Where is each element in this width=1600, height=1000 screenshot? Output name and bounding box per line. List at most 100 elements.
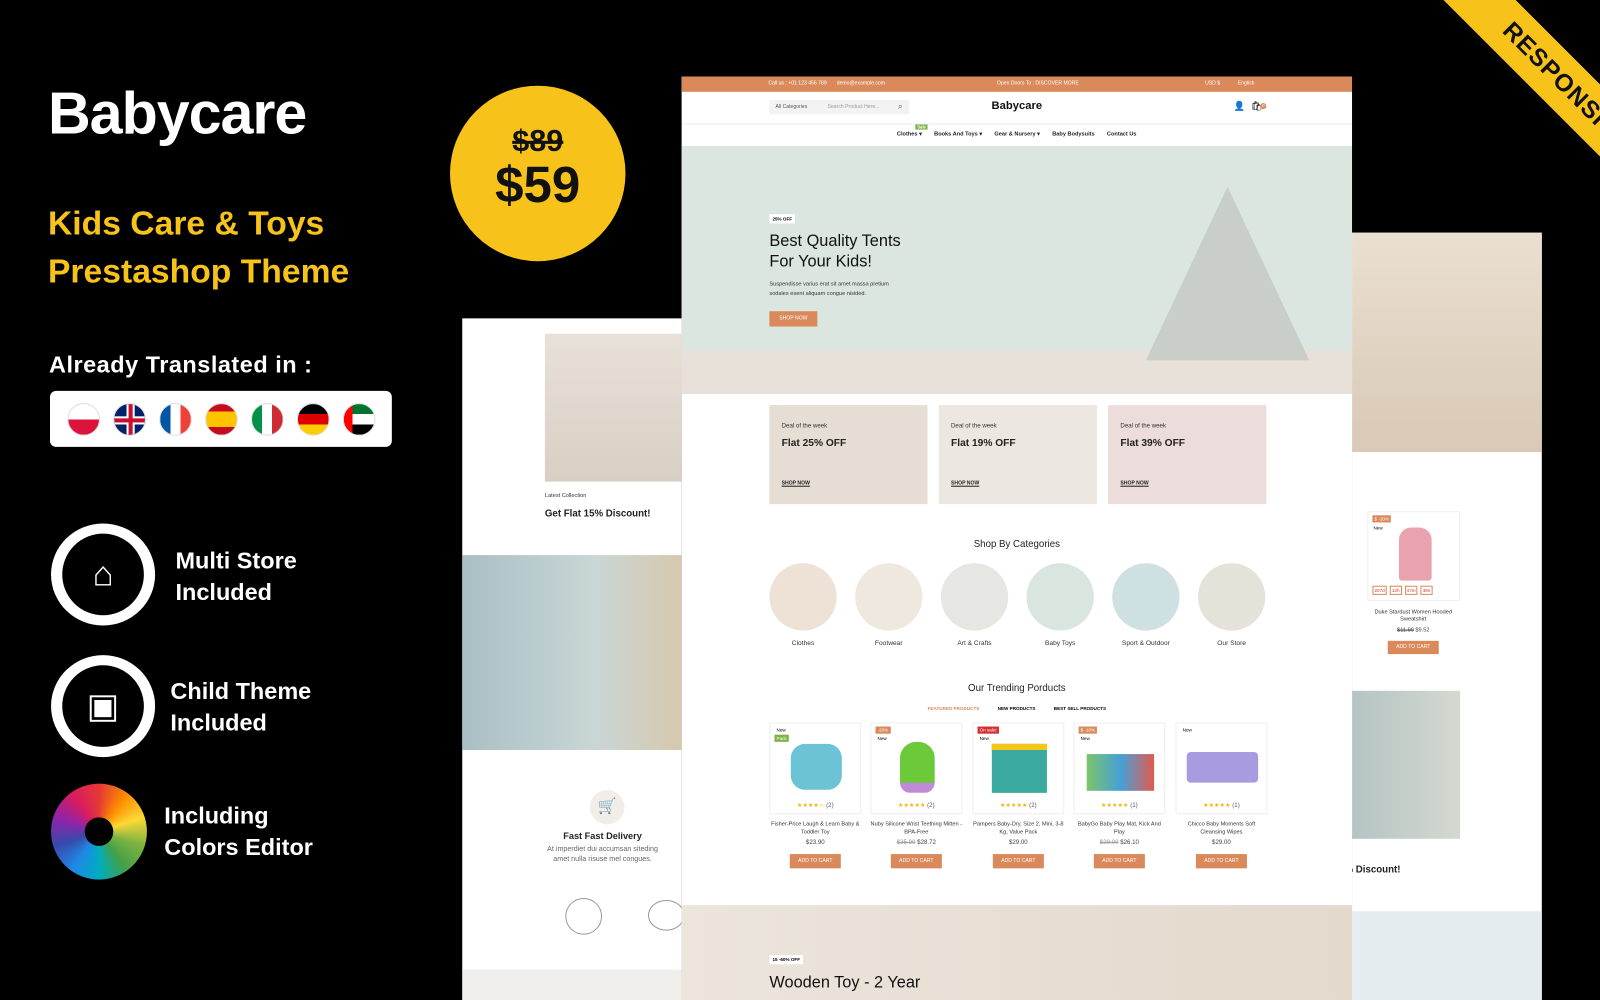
product-price: $29.00 xyxy=(972,840,1064,846)
category-label: Footwear xyxy=(874,639,903,647)
feature-colors-editor: Including Colors Editor xyxy=(164,800,313,863)
product-card[interactable]: New Pack ★★★★☆ (2) Fisher-Price Laugh & Le… xyxy=(769,722,862,869)
left-mockup: Latest Collection Get Flat 15% Discount!… xyxy=(462,318,682,1000)
sale-tag: On sale! xyxy=(977,726,999,734)
brand-logo xyxy=(565,897,603,935)
add-to-cart-button[interactable]: ADD TO CART xyxy=(1195,854,1247,869)
nav-baby-bodysuits[interactable]: Baby Bodysuits xyxy=(1052,132,1094,138)
add-to-cart-button[interactable]: ADD TO CART xyxy=(1387,640,1439,655)
category-image xyxy=(1112,563,1180,631)
bottom-title: Wooden Toy - 2 Year xyxy=(769,974,921,992)
nav-contact-us[interactable]: Contact Us xyxy=(1107,132,1137,138)
deal-shop-link[interactable]: SHOP NOW xyxy=(1120,481,1148,487)
product-image: $ -20% New 207d 12h 47m 38s xyxy=(1367,511,1461,602)
color-wheel-icon xyxy=(51,783,147,880)
category-baby-toys[interactable]: Baby Toys xyxy=(1026,563,1095,647)
pack-tag: Pack xyxy=(774,734,789,742)
new-tag: New xyxy=(1373,525,1383,531)
new-price: $59 xyxy=(495,156,581,214)
responsive-ribbon: RESPONSIVE xyxy=(1429,0,1600,224)
product-image: -20% New ★★★★★ (2) xyxy=(870,722,963,815)
bottom-banner xyxy=(1352,911,1542,1000)
currency-select[interactable]: USD $ xyxy=(1205,81,1220,87)
new-tag: New xyxy=(1080,735,1090,741)
hero-badge: 25% OFF xyxy=(769,214,796,224)
new-tag: New xyxy=(877,735,887,741)
category-image xyxy=(855,563,923,631)
nav-label: Gear & Nursery xyxy=(994,131,1036,138)
category-footwear[interactable]: Footwear xyxy=(854,563,923,647)
feature-line: Including xyxy=(164,802,269,829)
review-count: (1) xyxy=(1232,803,1240,810)
flag-uae-icon xyxy=(342,402,375,436)
hero-title-line: For Your Kids! xyxy=(769,253,872,271)
review-count: (2) xyxy=(927,803,935,810)
product-name[interactable]: BabyGo Baby Play Mat, Kick And Play xyxy=(1073,820,1165,836)
review-count: (2) xyxy=(826,803,834,810)
product-price: $11.90 $9.52 xyxy=(1362,628,1464,634)
topbar-promo-link[interactable]: Open Doors To : DISCOVER MORE xyxy=(997,81,1079,87)
tab-best-sell-products[interactable]: BEST SELL PRODUCTS xyxy=(1054,706,1106,711)
right-mockup: $ -20% New 207d 12h 47m 38s Duke Stardus… xyxy=(1352,232,1542,1000)
feature-multi-store: Multi Store Included xyxy=(176,545,297,608)
product-name[interactable]: Fisher-Price Laugh & Learn Baby & Toddle… xyxy=(769,820,861,836)
deal-label: Deal of the week xyxy=(951,423,997,430)
category-label: Sport & Outdoor xyxy=(1121,639,1170,647)
deal-card[interactable]: Deal of the week Flat 25% OFF SHOP NOW xyxy=(769,405,928,505)
add-to-cart-button[interactable]: ADD TO CART xyxy=(1093,854,1145,869)
rating-stars-icon: ★★★★★ xyxy=(897,803,926,810)
category-our-store[interactable]: Our Store xyxy=(1197,563,1266,647)
language-select[interactable]: English xyxy=(1238,81,1255,87)
product-card[interactable]: On sale! New ★★★★★ (2) Pampers Baby-Dry, S… xyxy=(972,722,1065,869)
deal-card[interactable]: Deal of the week Flat 19% OFF SHOP NOW xyxy=(938,405,1097,505)
category-label: Baby Toys xyxy=(1044,639,1076,647)
user-icon[interactable]: 👤 xyxy=(1234,101,1245,112)
discount-tag: -20% xyxy=(875,726,891,734)
hero-title: Best Quality Tents For Your Kids! xyxy=(769,232,900,273)
rating: ★★★★★ (1) xyxy=(1177,802,1267,809)
old-price: $11.90 xyxy=(1397,627,1414,634)
contact-email[interactable]: demo@example.com xyxy=(837,81,885,87)
product-price: $29.00 xyxy=(1176,840,1268,846)
add-to-cart-button[interactable]: ADD TO CART xyxy=(789,854,841,869)
product-name[interactable]: Nuby Silicone Wrist Teething Mitten - BP… xyxy=(870,820,963,836)
product-card[interactable]: -20% New ★★★★★ (2) Nuby Silicone Wrist Tee… xyxy=(870,722,963,869)
contact-phone: Call us : +01 123 456 789 xyxy=(768,80,827,87)
price: $28.72 xyxy=(917,839,936,846)
flags-box xyxy=(49,390,392,447)
hero-text-line: Suspendisse varius erat sit amet massa p… xyxy=(769,281,889,288)
feature-line: Multi Store xyxy=(175,546,297,574)
nav-gear-nursery[interactable]: Gear & Nursery ▾ xyxy=(994,132,1040,138)
brand-title: Babycare xyxy=(47,80,307,147)
product-name[interactable]: Pampers Baby-Dry, Size 2, Mini, 3-8 Kg, … xyxy=(972,820,1064,836)
deal-shop-link[interactable]: SHOP NOW xyxy=(782,481,810,487)
bottom-banner: 15 -60% OFF Wooden Toy - 2 Year xyxy=(681,905,1353,1000)
category-art-crafts[interactable]: Art & Crafts xyxy=(940,563,1009,647)
teether-image xyxy=(899,741,935,793)
translated-label: Already Translated in : xyxy=(48,351,313,378)
category-sport-outdoor[interactable]: Sport & Outdoor xyxy=(1111,563,1180,647)
category-clothes[interactable]: Clothes xyxy=(768,563,837,647)
brand-logo xyxy=(647,899,682,931)
deal-title: Flat 39% OFF xyxy=(1120,437,1186,449)
rating: ★★★★★ (2) xyxy=(871,802,961,809)
shop-now-button[interactable]: SHOP NOW xyxy=(769,311,818,327)
tab-featured-products[interactable]: FEATURED PRODUCTS xyxy=(928,706,980,711)
new-tag: New xyxy=(776,727,786,733)
add-to-cart-button[interactable]: ADD TO CART xyxy=(890,854,942,869)
deal-card[interactable]: Deal of the week Flat 39% OFF SHOP NOW xyxy=(1108,405,1267,505)
tab-new-products[interactable]: NEW PRODUCTS xyxy=(998,706,1036,711)
add-to-cart-button[interactable]: ADD TO CART xyxy=(992,854,1044,869)
product-card[interactable]: $ -10% New ★★★★★ (1) BabyGo Baby Play Mat,… xyxy=(1073,722,1166,869)
countdown: 207d 12h 47m 38s xyxy=(1372,585,1433,595)
product-price: $35.90 $28.72 xyxy=(870,840,962,846)
product-name[interactable]: Chicco Baby Moments Soft Cleansing Wipes xyxy=(1176,820,1268,836)
sale-badge: Sale xyxy=(915,124,928,130)
nav-clothes[interactable]: Clothes ▾ Sale xyxy=(897,124,928,138)
category-image xyxy=(940,563,1009,631)
countdown-seconds: 38s xyxy=(1420,585,1433,595)
wipes-image xyxy=(1186,752,1259,783)
product-card[interactable]: New ★★★★★ (1) Chicco Baby Moments Soft Cl… xyxy=(1175,722,1268,869)
nav-books-and-toys[interactable]: Books And Toys ▾ xyxy=(934,132,982,138)
deal-shop-link[interactable]: SHOP NOW xyxy=(951,481,979,487)
